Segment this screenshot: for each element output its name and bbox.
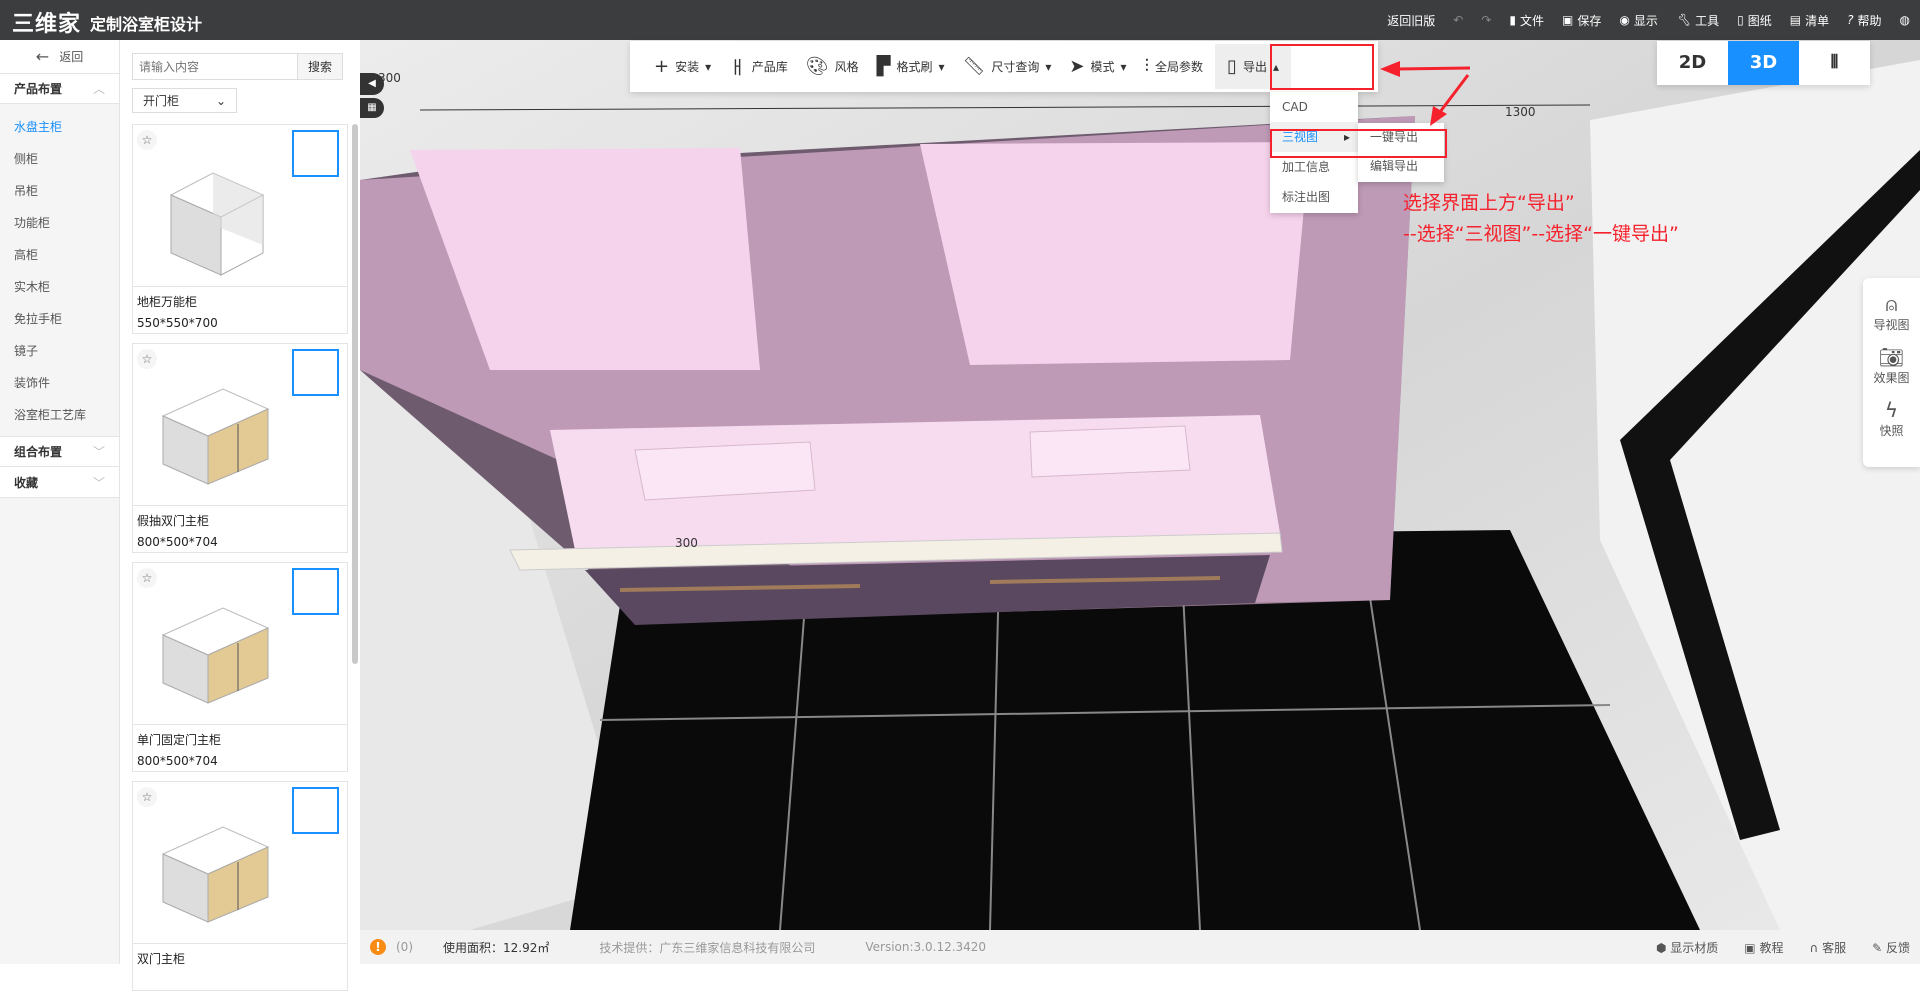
info-icon[interactable]: !: [370, 939, 386, 955]
right-panel: ⍝ 导视图 📷︎ 效果图 ϟ 快照: [1863, 278, 1920, 467]
feedback-button[interactable]: ✎ 反馈: [1872, 939, 1910, 956]
view-toggle: 2D 3D ⦀: [1657, 41, 1870, 85]
show-material-button[interactable]: ⬢ 显示材质: [1656, 939, 1718, 956]
headset-icon: ∩: [1809, 940, 1819, 955]
flash-icon: ϟ: [1884, 398, 1899, 422]
person-icon: ⍝: [1885, 292, 1898, 316]
instruction-annotation: 选择界面上方“导出” --选择“三视图”--选择“一键导出”: [1403, 192, 1679, 245]
video-icon: ▣: [1744, 940, 1756, 955]
status-bar: ! (0) 使用面积：12.92㎡ 技术提供：广东三维家信息科技有限公司 Ver…: [360, 930, 1920, 964]
annotation-arrows: [1380, 61, 1471, 126]
view-2d-button[interactable]: 2D: [1657, 41, 1728, 85]
camera-icon: 📷︎: [1878, 345, 1905, 369]
cube-icon: ⬢: [1655, 940, 1667, 955]
snapshot-button[interactable]: ϟ 快照: [1879, 398, 1903, 439]
edit-icon: ✎: [1872, 940, 1883, 955]
render-button[interactable]: 📷︎ 效果图: [1873, 345, 1909, 386]
tutorial-button[interactable]: ▣ 教程: [1744, 939, 1783, 956]
guide-view-button[interactable]: ⍝ 导视图: [1873, 292, 1909, 333]
vr-glasses-icon[interactable]: ⦀: [1799, 41, 1870, 85]
support-button[interactable]: ∩ 客服: [1809, 939, 1846, 956]
view-3d-button[interactable]: 3D: [1728, 41, 1799, 85]
